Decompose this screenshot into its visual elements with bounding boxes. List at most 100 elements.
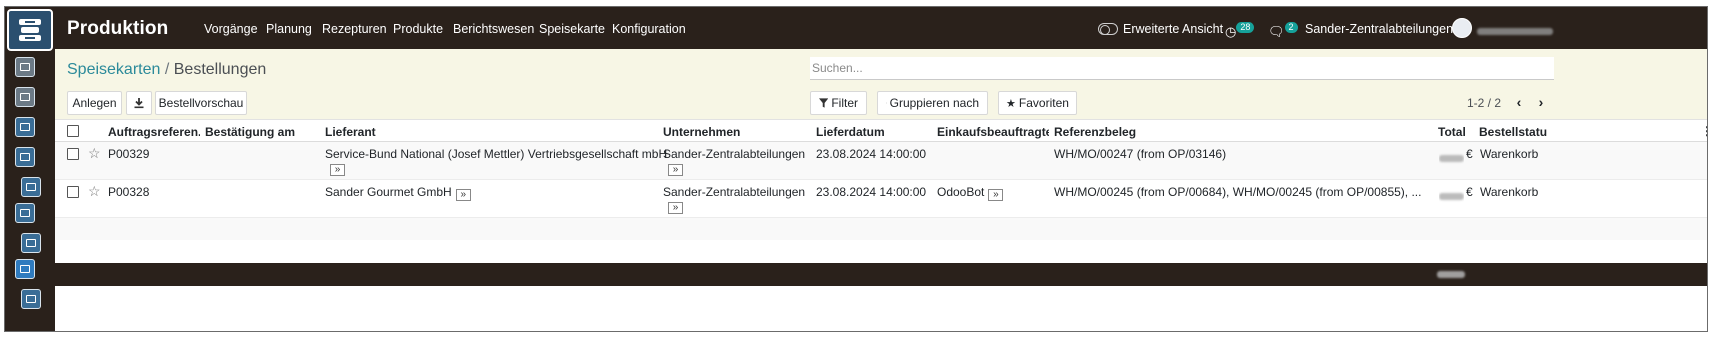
clock-icon: ◷ (1225, 24, 1237, 39)
menu-item-berichtswesen[interactable]: Berichtswesen (453, 22, 534, 36)
settings-wrench-icon[interactable] (15, 259, 35, 279)
app-logo[interactable] (7, 9, 53, 51)
filter-button[interactable]: Filter (810, 91, 867, 115)
column-header-company[interactable]: Unternehmen (663, 125, 740, 139)
order-preview-button[interactable]: Bestellvorschau (155, 91, 247, 115)
warehouse-app-icon[interactable] (21, 233, 41, 253)
table-row[interactable]: ☆ P00328 Sander Gourmet GmbH» Sander-Zen… (55, 180, 1707, 218)
chevron-right-icon: › (1538, 94, 1544, 110)
table-header: Auftragsreferen... Bestätigung am Liefer… (55, 120, 1707, 142)
company-name: Sander-Zentralabteilungen (663, 147, 806, 161)
total-currency: € (1466, 147, 1473, 161)
row-checkbox[interactable] (67, 148, 79, 160)
list-icon (886, 102, 887, 104)
column-header-buyer[interactable]: Einkaufsbeauftragter... (937, 125, 1049, 139)
invoice-app-icon[interactable] (15, 87, 35, 107)
column-header-total[interactable]: Total (1438, 125, 1466, 139)
chevron-left-icon: ‹ (1516, 94, 1522, 110)
column-header-delivery-date[interactable]: Lieferdatum (816, 125, 885, 139)
order-status: Warenkorb (1480, 185, 1539, 199)
column-header-source-document[interactable]: Referenzbeleg (1054, 125, 1136, 139)
pager-next-button[interactable]: › (1532, 93, 1550, 111)
menu-item-speisekarte[interactable]: Speisekarte (539, 22, 605, 36)
control-panel: Speisekarten / Bestellungen Anlegen Best… (55, 49, 1707, 120)
order-total-redacted (1439, 189, 1464, 203)
group-by-button[interactable]: Gruppieren nach (877, 91, 988, 115)
breadcrumb-current: Bestellungen (173, 61, 267, 78)
menu-item-konfiguration[interactable]: Konfiguration (612, 22, 686, 36)
open-buyer-button[interactable]: » (988, 189, 1004, 201)
app-sidebar (5, 7, 55, 331)
stack-logo-icon (19, 19, 41, 41)
message-count-badge: 2 (1284, 22, 1298, 33)
vendor-name: Service-Bund National (Josef Mettler) Ve… (325, 147, 668, 161)
breadcrumb-parent[interactable]: Speisekarten (67, 61, 160, 78)
vendor-cell: Sander Gourmet GmbH» (325, 185, 471, 201)
activity-button[interactable]: ◷ 28 (1225, 22, 1255, 40)
open-vendor-button[interactable]: » (455, 189, 471, 201)
favorite-star-icon[interactable]: ☆ (88, 146, 101, 160)
messages-button[interactable]: 🗨 2 (1268, 22, 1298, 40)
table-row[interactable]: ☆ P00329 Service-Bund National (Josef Me… (55, 142, 1707, 180)
favorite-star-icon[interactable]: ☆ (88, 184, 101, 198)
menu-item-planung[interactable]: Planung (266, 22, 312, 36)
source-document: WH/MO/00245 (from OP/00684), WH/MO/00245… (1054, 185, 1422, 199)
vendor-name: Sander Gourmet GmbH (325, 185, 452, 199)
manufacturing-app-icon[interactable] (15, 203, 35, 223)
order-total-redacted (1439, 151, 1464, 165)
breadcrumb: Speisekarten / Bestellungen (67, 61, 266, 79)
group-by-label: Gruppieren nach (889, 96, 979, 110)
top-navbar: Produktion Vorgänge Planung Rezepturen P… (55, 7, 1707, 49)
create-button[interactable]: Anlegen (67, 91, 122, 115)
favorites-label: Favoriten (1018, 96, 1069, 110)
buyer-cell: OdooBot» (937, 185, 1004, 201)
favorites-button[interactable]: ★ Favoriten (998, 91, 1077, 115)
grid-app-icon[interactable] (15, 117, 35, 137)
advanced-view-label[interactable]: Erweiterte Ansicht (1123, 22, 1223, 36)
menu-item-rezepturen[interactable]: Rezepturen (322, 22, 387, 36)
download-icon (134, 98, 144, 109)
order-status: Warenkorb (1480, 147, 1539, 161)
download-button[interactable] (126, 91, 152, 115)
select-all-checkbox[interactable] (67, 125, 79, 137)
grand-total-redacted (1437, 271, 1465, 278)
column-header-status[interactable]: Bestellstatu... (1479, 125, 1547, 139)
activity-count-badge: 28 (1236, 22, 1255, 33)
app-title[interactable]: Produktion (67, 18, 168, 40)
chat-bubble-icon: 🗨 (1268, 24, 1285, 39)
search-input[interactable] (810, 57, 1554, 80)
optional-columns-menu-icon[interactable]: ⋮ (1701, 124, 1707, 138)
row-checkbox[interactable] (67, 186, 79, 198)
order-reference: P00328 (108, 185, 150, 199)
plant-app-icon[interactable] (21, 177, 41, 197)
delivery-date: 23.08.2024 14:00:00 (816, 185, 927, 199)
column-header-reference[interactable]: Auftragsreferen... (108, 125, 200, 139)
user-avatar[interactable] (1452, 18, 1472, 38)
filter-icon (819, 98, 829, 108)
orders-list: Auftragsreferen... Bestätigung am Liefer… (55, 120, 1707, 263)
open-company-button[interactable]: » (668, 164, 683, 176)
dashboard-app-icon[interactable] (15, 57, 35, 77)
open-company-button[interactable]: » (668, 202, 683, 214)
app-window: Produktion Vorgänge Planung Rezepturen P… (4, 6, 1708, 332)
inventory-app-icon[interactable] (15, 147, 35, 167)
source-document: WH/MO/00247 (from OP/03146) (1054, 147, 1227, 161)
filter-label: Filter (831, 96, 858, 110)
buyer-name: OdooBot (937, 185, 985, 199)
list-footer-totals (55, 263, 1707, 286)
order-reference: P00329 (108, 147, 150, 161)
help-app-icon[interactable] (21, 289, 41, 309)
pager-previous-button[interactable]: ‹ (1510, 93, 1528, 111)
company-name: Sander-Zentralabteilungen (663, 185, 806, 199)
column-header-confirmation[interactable]: Bestätigung am (205, 125, 320, 139)
open-vendor-button[interactable]: » (330, 164, 345, 176)
company-switcher[interactable]: Sander-Zentralabteilungen (1305, 22, 1453, 36)
menu-item-vorgaenge[interactable]: Vorgänge (204, 22, 258, 36)
advanced-view-toggle[interactable] (1098, 23, 1118, 35)
star-icon: ★ (1006, 97, 1016, 110)
pager-value[interactable]: 1-2 / 2 (1467, 96, 1501, 110)
empty-row (55, 218, 1707, 240)
column-header-vendor[interactable]: Lieferant (325, 125, 376, 139)
user-name-redacted[interactable] (1477, 24, 1553, 38)
menu-item-produkte[interactable]: Produkte (393, 22, 443, 36)
